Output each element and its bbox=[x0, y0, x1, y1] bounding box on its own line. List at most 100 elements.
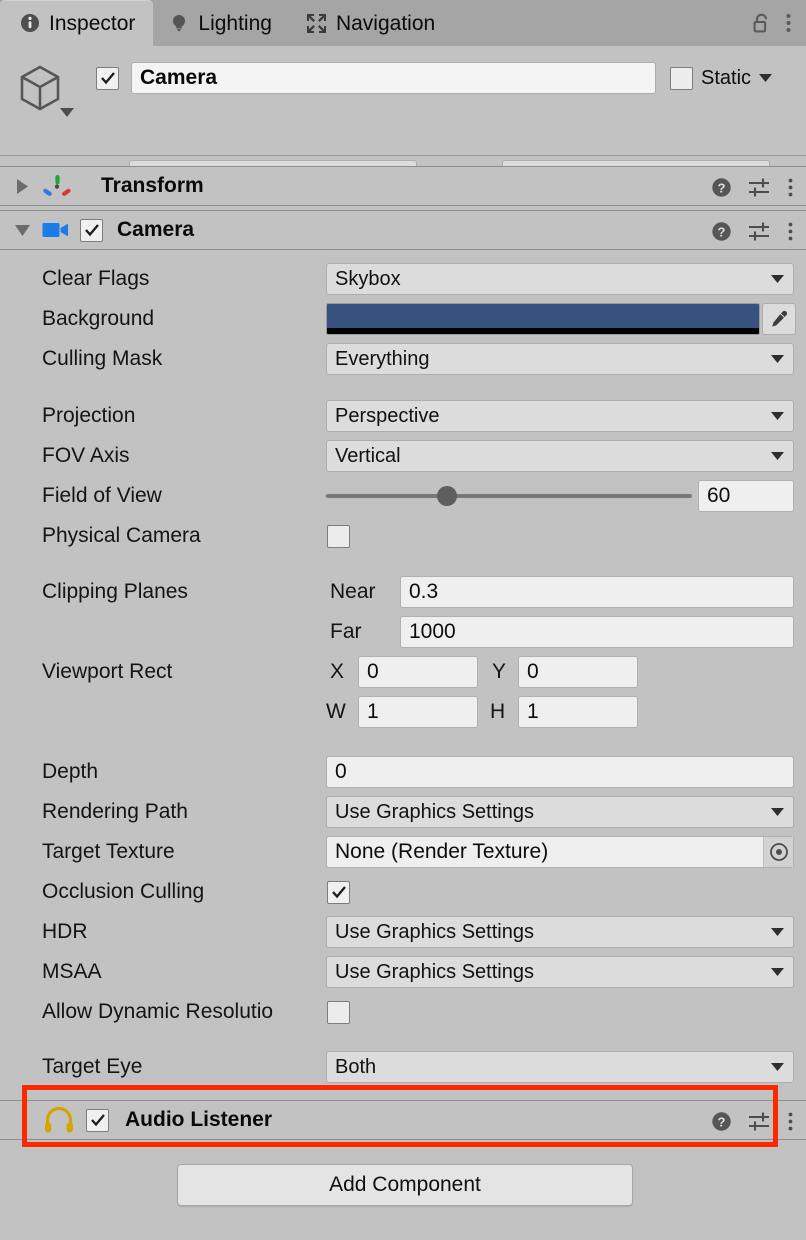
target-eye-dropdown[interactable]: Both bbox=[326, 1051, 794, 1083]
tab-bar-controls bbox=[746, 0, 806, 46]
row-target-texture: Target Texture None (Render Texture) bbox=[0, 832, 806, 872]
field-of-view-input[interactable]: 60 bbox=[698, 480, 794, 512]
kebab-menu-icon[interactable] bbox=[785, 12, 792, 34]
depth-input[interactable]: 0 bbox=[326, 756, 794, 788]
culling-mask-label: Culling Mask bbox=[42, 347, 162, 371]
settings-sliders-icon[interactable] bbox=[748, 177, 771, 198]
tab-lighting[interactable]: Lighting bbox=[153, 0, 290, 46]
clear-flags-label: Clear Flags bbox=[42, 267, 149, 291]
headphones-icon bbox=[44, 1107, 74, 1133]
help-circle-icon[interactable]: ? bbox=[711, 1111, 732, 1132]
settings-sliders-icon[interactable] bbox=[748, 221, 771, 242]
component-title: Audio Listener bbox=[125, 1108, 272, 1132]
tab-navigation[interactable]: Navigation bbox=[290, 0, 453, 46]
row-background: Background bbox=[0, 299, 806, 339]
kebab-menu-icon[interactable] bbox=[787, 177, 794, 198]
target-texture-label: Target Texture bbox=[42, 840, 175, 864]
unlocked-padlock-icon[interactable] bbox=[752, 12, 771, 34]
target-texture-field[interactable]: None (Render Texture) bbox=[326, 836, 794, 868]
viewport-w-input[interactable]: 1 bbox=[358, 696, 478, 728]
eyedropper-button[interactable] bbox=[762, 303, 796, 335]
hdr-value: Use Graphics Settings bbox=[335, 921, 534, 944]
hdr-label: HDR bbox=[42, 920, 88, 944]
cube-dropdown-caret-icon[interactable] bbox=[60, 108, 74, 117]
object-picker-icon[interactable] bbox=[763, 837, 793, 867]
row-viewport-rect-xy: Viewport Rect X 0 Y 0 bbox=[0, 652, 806, 692]
occlusion-culling-label: Occlusion Culling bbox=[42, 880, 204, 904]
viewport-rect-label: Viewport Rect bbox=[42, 660, 172, 684]
row-msaa: MSAA Use Graphics Settings bbox=[0, 952, 806, 992]
background-color-rgb bbox=[327, 304, 759, 328]
rendering-path-label: Rendering Path bbox=[42, 800, 188, 824]
help-circle-icon[interactable]: ? bbox=[711, 177, 732, 198]
lightbulb-icon bbox=[169, 13, 189, 33]
svg-text:?: ? bbox=[718, 224, 726, 239]
msaa-label: MSAA bbox=[42, 960, 102, 984]
foldout-right-icon[interactable] bbox=[16, 179, 29, 194]
chevron-down-icon bbox=[771, 968, 784, 976]
static-dropdown-caret-icon[interactable] bbox=[759, 74, 772, 82]
fov-axis-dropdown[interactable]: Vertical bbox=[326, 440, 794, 472]
settings-sliders-icon[interactable] bbox=[748, 1111, 771, 1132]
tab-bar: Inspector Lighting bbox=[0, 0, 806, 46]
component-header-audio-listener[interactable]: Audio Listener ? bbox=[0, 1100, 806, 1140]
projection-label: Projection bbox=[42, 404, 135, 428]
viewport-x-input[interactable]: 0 bbox=[358, 656, 478, 688]
rendering-path-dropdown[interactable]: Use Graphics Settings bbox=[326, 796, 794, 828]
physical-camera-checkbox[interactable] bbox=[327, 525, 350, 548]
row-depth: Depth 0 bbox=[0, 752, 806, 792]
row-projection: Projection Perspective bbox=[0, 396, 806, 436]
row-rendering-path: Rendering Path Use Graphics Settings bbox=[0, 792, 806, 832]
static-checkbox[interactable] bbox=[670, 67, 693, 90]
viewport-h-input[interactable]: 1 bbox=[518, 696, 638, 728]
foldout-down-icon[interactable] bbox=[15, 224, 30, 237]
occlusion-culling-checkbox[interactable] bbox=[327, 881, 350, 904]
chevron-down-icon bbox=[771, 355, 784, 363]
chevron-down-icon bbox=[771, 275, 784, 283]
field-of-view-slider[interactable] bbox=[326, 494, 692, 498]
fov-axis-value: Vertical bbox=[335, 445, 401, 468]
add-component-button[interactable]: Add Component bbox=[177, 1164, 633, 1206]
tab-label: Inspector bbox=[49, 13, 135, 34]
kebab-menu-icon[interactable] bbox=[787, 221, 794, 242]
clear-flags-dropdown[interactable]: Skybox bbox=[326, 263, 794, 295]
hdr-dropdown[interactable]: Use Graphics Settings bbox=[326, 916, 794, 948]
row-occlusion-culling: Occlusion Culling bbox=[0, 872, 806, 912]
allow-dynamic-resolution-label: Allow Dynamic Resolutio bbox=[42, 1000, 332, 1024]
far-label: Far bbox=[330, 620, 362, 644]
culling-mask-dropdown[interactable]: Everything bbox=[326, 343, 794, 375]
chevron-down-icon bbox=[771, 412, 784, 420]
component-title: Camera bbox=[117, 218, 194, 242]
row-clear-flags: Clear Flags Skybox bbox=[0, 259, 806, 299]
depth-label: Depth bbox=[42, 760, 98, 784]
allow-dynamic-resolution-checkbox[interactable] bbox=[327, 1001, 350, 1024]
row-field-of-view: Field of View 60 bbox=[0, 476, 806, 516]
field-of-view-slider-knob[interactable] bbox=[437, 486, 457, 506]
component-header-actions: ? bbox=[711, 167, 794, 207]
gameobject-header: Camera Static Tag Untagged Layer Default bbox=[0, 46, 806, 156]
viewport-y-input[interactable]: 0 bbox=[518, 656, 638, 688]
help-circle-icon[interactable]: ? bbox=[711, 221, 732, 242]
row-allow-dynamic-resolution: Allow Dynamic Resolutio bbox=[0, 992, 806, 1032]
row-clipping-planes-near: Clipping Planes Near 0.3 bbox=[0, 572, 806, 612]
tab-inspector[interactable]: Inspector bbox=[0, 0, 153, 46]
background-color-swatch[interactable] bbox=[326, 303, 760, 335]
component-header-transform[interactable]: Transform ? bbox=[0, 166, 806, 206]
msaa-dropdown[interactable]: Use Graphics Settings bbox=[326, 956, 794, 988]
kebab-menu-icon[interactable] bbox=[787, 1111, 794, 1132]
chevron-down-icon bbox=[771, 1063, 784, 1071]
audio-listener-enabled-checkbox[interactable] bbox=[86, 1109, 109, 1132]
gameobject-enabled-checkbox[interactable] bbox=[96, 67, 119, 90]
projection-dropdown[interactable]: Perspective bbox=[326, 400, 794, 432]
inspector-window: Inspector Lighting bbox=[0, 0, 806, 1240]
far-input[interactable]: 1000 bbox=[400, 616, 794, 648]
transform-gizmo-icon bbox=[43, 172, 71, 200]
svg-text:?: ? bbox=[718, 1114, 726, 1129]
near-input[interactable]: 0.3 bbox=[400, 576, 794, 608]
component-header-camera[interactable]: Camera ? bbox=[0, 210, 806, 250]
target-eye-label: Target Eye bbox=[42, 1055, 142, 1079]
camera-icon bbox=[42, 220, 70, 240]
gameobject-name-field[interactable]: Camera bbox=[131, 62, 656, 94]
camera-enabled-checkbox[interactable] bbox=[80, 219, 103, 242]
viewport-y-label: Y bbox=[492, 660, 506, 684]
